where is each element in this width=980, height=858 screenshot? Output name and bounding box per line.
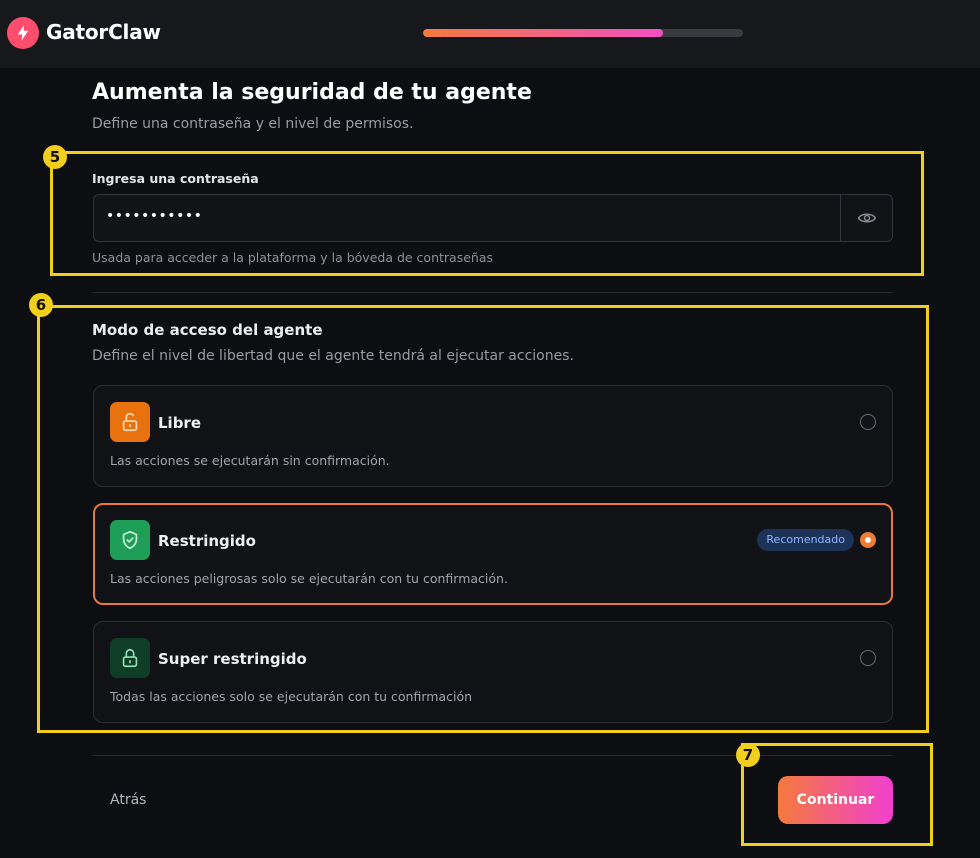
unlock-icon <box>110 402 150 442</box>
shield-check-icon <box>110 520 150 560</box>
option-title: Super restringido <box>158 650 307 668</box>
annotation-badge-7: 7 <box>736 743 760 767</box>
option-description: Todas las acciones solo se ejecutarán co… <box>110 689 473 704</box>
radio-super-restringido[interactable] <box>860 650 876 666</box>
access-mode-subtitle: Define el nivel de libertad que el agent… <box>92 348 574 364</box>
continue-button[interactable]: Continuar <box>778 776 893 824</box>
progress-bar <box>423 29 743 37</box>
option-description: Las acciones peligrosas solo se ejecutar… <box>110 571 508 586</box>
top-bar: GatorClaw <box>0 0 980 68</box>
option-title: Restringido <box>158 532 256 550</box>
option-super-restringido[interactable]: Super restringido Todas las acciones sol… <box>93 621 893 723</box>
recommended-badge: Recomendado <box>757 529 854 551</box>
progress-fill <box>423 29 663 37</box>
radio-restringido[interactable] <box>860 532 876 548</box>
access-mode-title: Modo de acceso del agente <box>92 321 323 339</box>
password-field[interactable]: ••••••••••• <box>93 194 893 242</box>
annotation-badge-5: 5 <box>43 145 67 169</box>
eye-icon[interactable] <box>840 195 892 241</box>
lock-icon <box>110 638 150 678</box>
page-title: Aumenta la seguridad de tu agente <box>92 80 532 105</box>
app-name: GatorClaw <box>46 20 161 44</box>
annotation-badge-6: 6 <box>29 293 53 317</box>
section-divider <box>93 292 893 293</box>
password-value[interactable]: ••••••••••• <box>106 208 202 224</box>
option-description: Las acciones se ejecutarán sin confirmac… <box>110 453 390 468</box>
password-hint: Usada para acceder a la plataforma y la … <box>92 250 493 265</box>
bolt-icon <box>7 17 39 49</box>
option-libre[interactable]: Libre Las acciones se ejecutarán sin con… <box>93 385 893 487</box>
password-label: Ingresa una contraseña <box>92 171 259 186</box>
option-title: Libre <box>158 414 202 432</box>
back-button[interactable]: Atrás <box>110 792 146 808</box>
radio-libre[interactable] <box>860 414 876 430</box>
page-subtitle: Define una contraseña y el nivel de perm… <box>92 116 414 132</box>
option-restringido[interactable]: Restringido Recomendado Las acciones pel… <box>93 503 893 605</box>
